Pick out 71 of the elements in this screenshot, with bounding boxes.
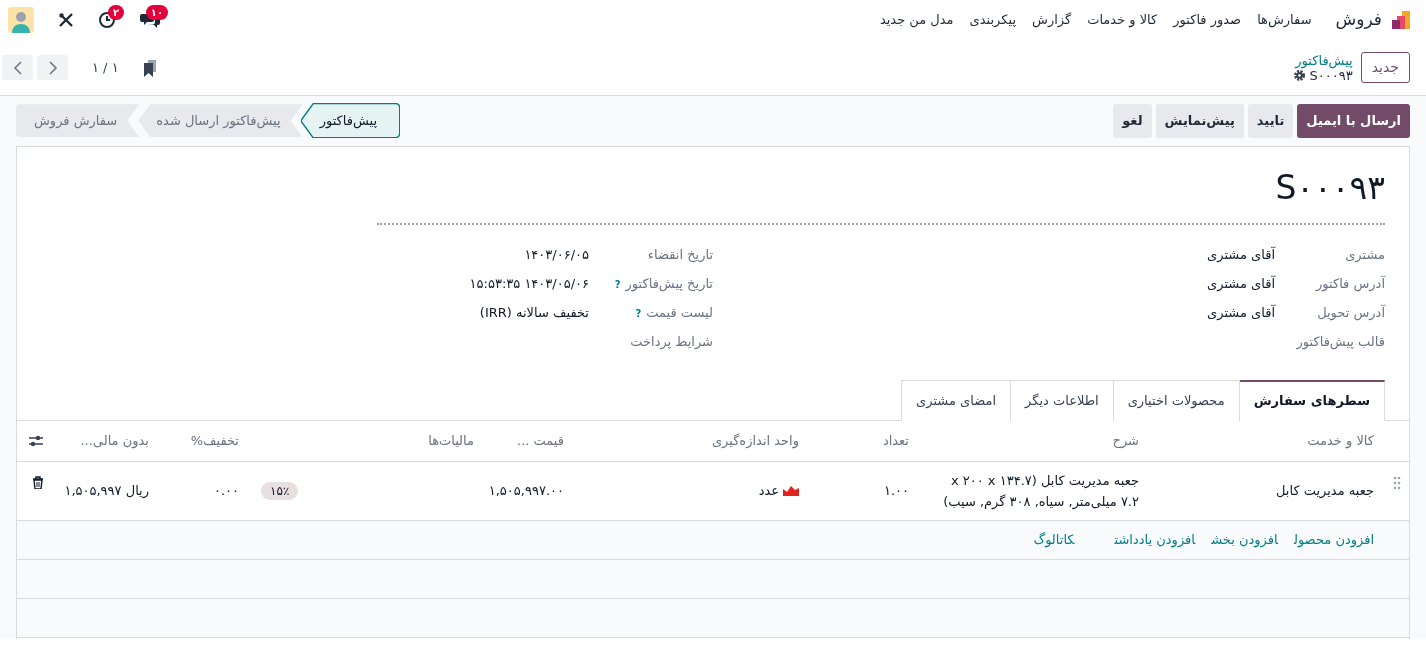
field-value[interactable]: آقای مشتری (1207, 303, 1275, 323)
add-link[interactable]: افزودن محصول (1293, 531, 1374, 547)
menu-item[interactable]: پیکربندی (961, 10, 1024, 30)
record-title[interactable]: S۰۰۰۹۳ (377, 162, 1385, 225)
table-cell: جعبه مدیریت کابل (1275, 482, 1374, 498)
tools-icon[interactable] (58, 12, 74, 28)
table-cell: ۰.۰۰ (213, 482, 239, 498)
field-label: قالب پیش‌فاکتور (1296, 333, 1385, 352)
area-chart-icon[interactable] (783, 485, 799, 496)
action-button[interactable]: پیش‌نمایش (1155, 104, 1244, 138)
field-value[interactable]: تخفیف سالانه (IRR) (479, 303, 589, 323)
new-button[interactable]: جدید (1360, 52, 1410, 83)
table-cell: ریال ۱,۵۰۵,۹۹۷ (64, 482, 149, 498)
menu-item[interactable]: گزارش (1024, 10, 1080, 30)
column-header[interactable]: بدون مالی... (54, 421, 159, 461)
add-link[interactable]: افزودن یادداشت (1114, 531, 1196, 547)
field-value[interactable]: ۱۴۰۳/۰۶/۰۵ (524, 245, 589, 265)
gear-icon[interactable] (1292, 68, 1306, 82)
action-button[interactable]: تایید (1247, 104, 1294, 138)
field-label: مشتری (1345, 246, 1385, 265)
app-logo-icon[interactable] (1390, 9, 1412, 31)
menu-item[interactable]: صدور فاکتور (1165, 10, 1250, 30)
column-header[interactable]: تخفیف% (159, 421, 249, 461)
field-label: تاریخ پیش‌فاکتور (625, 275, 713, 294)
menu-item[interactable]: کالا و خدمات (1079, 10, 1166, 30)
column-header[interactable]: تعداد (809, 421, 919, 461)
status-stage[interactable]: سفارش فروش (16, 104, 140, 138)
column-header[interactable]: شرح (919, 421, 1149, 461)
breadcrumb-link[interactable]: پیش‌فاکتور (1292, 52, 1353, 68)
action-button[interactable]: ارسال با ایمیل (1297, 104, 1410, 138)
help-mark[interactable]: ? (614, 277, 621, 293)
table-cell-text: جعبه مدیریت کابل (۱۳۴.۷ x ۲۰۰ x ۷.۲ میلی‌متر, سیاه, ۳۰۸ گرم, سیب) (942, 471, 1139, 512)
record-name: S۰۰۰۹۳ (1309, 67, 1353, 83)
status-stage[interactable]: پیش‌فاکتور (301, 104, 400, 138)
field-label: آدرس تحویل (1317, 303, 1385, 323)
add-link[interactable]: کاتالوگ (1033, 531, 1075, 547)
chevron-icon (47, 60, 58, 75)
activity-count-badge: ۲ (107, 5, 124, 20)
field-label: آدرس فاکتور (1316, 274, 1385, 294)
notebook-tab[interactable]: اطلاعات دیگر (1010, 379, 1114, 421)
trash-icon[interactable] (32, 475, 44, 489)
pager-value: ۱ / ۱ (92, 58, 119, 77)
tax-tag[interactable]: ۱۵٪ (261, 481, 299, 500)
menu-item[interactable]: سفارش‌ها (1249, 10, 1320, 30)
notebook-tab[interactable]: امضای مشتری (901, 379, 1012, 421)
drag-handle-icon[interactable] (1393, 475, 1401, 490)
table-cell-text: عدد (758, 481, 779, 500)
field-label: لیست قیمت (646, 304, 713, 323)
chevron-icon (12, 60, 23, 75)
notebook-tab[interactable]: محصولات اختیاری (1112, 379, 1240, 421)
column-header[interactable]: کالا و خدمت (1149, 421, 1384, 461)
field-label: شرایط پرداخت (630, 333, 713, 352)
table-cell: ۱,۵۰۵,۹۹۷.۰۰ (488, 482, 564, 498)
table-cell: ۱.۰۰ (883, 482, 909, 498)
app-name[interactable]: فروش (1335, 7, 1382, 33)
help-mark[interactable]: ? (635, 306, 642, 322)
column-header[interactable]: واحد اندازه‌گیری (574, 421, 809, 461)
status-stage[interactable]: پیش‌فاکتور ارسال شده (138, 104, 303, 138)
menu-item[interactable]: مدل من جدید (871, 10, 962, 30)
add-link[interactable]: افزودن بخش (1211, 531, 1278, 547)
field-value[interactable]: آقای مشتری (1207, 274, 1275, 294)
field-label: تاریخ انقضاء (647, 246, 713, 265)
column-header[interactable]: قیمت ... (484, 421, 574, 461)
bookmark-icon[interactable] (142, 58, 157, 77)
column-header[interactable]: مالیات‌ها (249, 421, 484, 461)
sliders-icon[interactable] (28, 433, 44, 448)
field-value[interactable]: آقای مشتری (1207, 245, 1275, 265)
notebook-tab[interactable]: سطرهای سفارش (1238, 379, 1385, 421)
field-value[interactable]: ۱۴۰۳/۰۵/۰۶ ۱۵:۵۳:۳۵ (469, 274, 589, 294)
action-button[interactable]: لغو (1113, 104, 1152, 138)
message-count-badge: ۱۰ (145, 5, 168, 20)
